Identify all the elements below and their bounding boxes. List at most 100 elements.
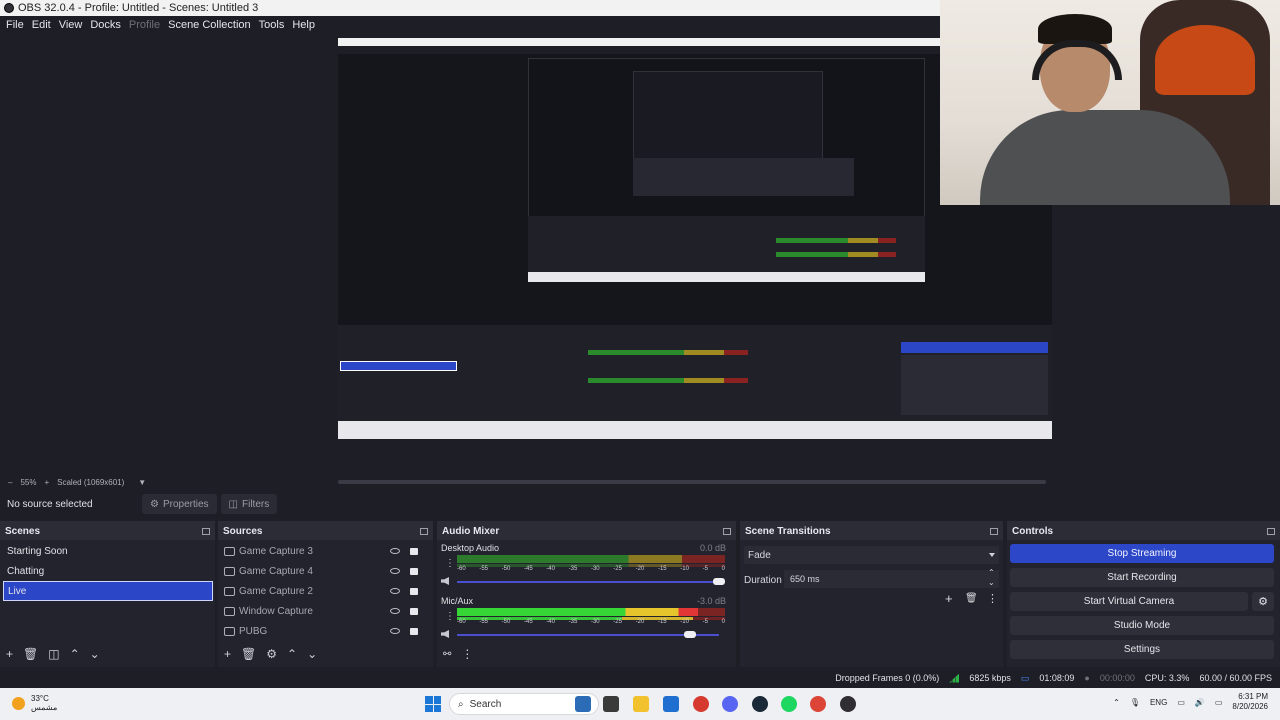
lock-icon[interactable]: [410, 627, 418, 635]
chevron-down-icon[interactable]: ⌄: [90, 647, 100, 661]
studio-mode-button[interactable]: Studio Mode: [1010, 616, 1274, 635]
trash-icon[interactable]: 🗑: [965, 593, 978, 604]
menu-file[interactable]: File: [2, 19, 28, 31]
fader-knob[interactable]: [713, 578, 725, 585]
menu-edit[interactable]: Edit: [28, 19, 55, 31]
store-icon[interactable]: [663, 696, 679, 712]
battery-icon[interactable]: ▭: [1215, 698, 1223, 707]
add-source-icon[interactable]: +: [224, 647, 231, 661]
task-view-icon[interactable]: [603, 696, 619, 712]
scene-item[interactable]: Chatting: [3, 561, 213, 581]
lock-icon[interactable]: [410, 587, 418, 595]
eye-icon[interactable]: [390, 608, 400, 614]
scene-item[interactable]: Starting Soon: [3, 541, 213, 561]
file-explorer-icon[interactable]: [633, 696, 649, 712]
stream-icon: ▭: [1020, 672, 1030, 683]
volume-fader[interactable]: [457, 581, 719, 583]
transition-select[interactable]: Fade: [744, 546, 999, 564]
steam-icon[interactable]: [752, 696, 768, 712]
source-item[interactable]: PUBG: [224, 621, 419, 641]
virtual-camera-settings-button[interactable]: ⚙: [1252, 592, 1274, 611]
eye-icon[interactable]: [390, 588, 400, 594]
chevron-up-icon[interactable]: ⌃: [287, 647, 297, 661]
menu-scene-collection[interactable]: Scene Collection: [164, 19, 255, 31]
meter-scale: -60 -55 -50 -45 -40 -35 -30 -25 -20 -15 -10 -5 0: [457, 619, 725, 625]
menu-tools[interactable]: Tools: [255, 19, 289, 31]
spotify-icon[interactable]: [781, 696, 797, 712]
menu-view[interactable]: View: [55, 19, 87, 31]
microphone-icon[interactable]: 🎙: [1130, 698, 1140, 707]
trash-icon[interactable]: 🗑: [23, 647, 38, 661]
chevron-up-icon[interactable]: ⌃: [988, 568, 995, 577]
kebab-menu-icon[interactable]: ⋮: [987, 592, 998, 605]
audio-mixer-title: Audio Mixer: [442, 525, 500, 537]
network-icon[interactable]: ▭: [1177, 698, 1185, 707]
filter-icon[interactable]: ◫: [48, 647, 59, 661]
scale-label[interactable]: Scaled (1069x601): [57, 478, 124, 487]
add-transition-icon[interactable]: +: [945, 591, 953, 606]
gear-icon[interactable]: ⚙: [266, 647, 277, 661]
menu-help[interactable]: Help: [288, 19, 319, 31]
obs-taskbar-icon[interactable]: [840, 696, 856, 712]
eye-icon[interactable]: [390, 548, 400, 554]
trash-icon[interactable]: 🗑: [241, 647, 256, 661]
menu-docks[interactable]: Docks: [86, 19, 125, 31]
chevron-down-icon[interactable]: ⌄: [988, 578, 995, 587]
chrome-icon[interactable]: [810, 696, 826, 712]
stop-streaming-button[interactable]: Stop Streaming: [1010, 544, 1274, 563]
dock-float-icon[interactable]: [420, 527, 428, 535]
gaming-chair-headrest: [1155, 25, 1255, 95]
start-recording-button[interactable]: Start Recording: [1010, 568, 1274, 587]
windows-start-icon[interactable]: [425, 696, 441, 712]
transitions-dock: Scene Transitions Fade Duration 650 ms ⌃…: [740, 521, 1003, 667]
scene-item-selected[interactable]: Live: [3, 581, 213, 601]
clock[interactable]: 6:31 PM 8/20/2026: [1232, 692, 1268, 712]
chevron-up-icon[interactable]: ⌃: [1113, 698, 1120, 707]
kebab-menu-icon[interactable]: ⋮: [445, 611, 455, 622]
preview-scrollbar[interactable]: [338, 480, 1046, 484]
dock-float-icon[interactable]: [1267, 527, 1275, 535]
app-icon[interactable]: [693, 696, 709, 712]
source-label: Game Capture 4: [239, 565, 313, 577]
weather-widget[interactable]: 33°C مشمس: [12, 694, 57, 712]
lock-icon[interactable]: [410, 547, 418, 555]
dock-float-icon[interactable]: [723, 527, 731, 535]
chevron-down-icon[interactable]: ▼: [138, 478, 146, 487]
lock-icon[interactable]: [410, 607, 418, 615]
duration-input[interactable]: 650 ms: [784, 570, 999, 588]
zoom-in-button[interactable]: +: [44, 478, 49, 487]
volume-fader[interactable]: [457, 634, 719, 636]
channel-name: Mic/Aux: [441, 596, 474, 606]
zoom-out-button[interactable]: –: [8, 478, 12, 487]
chevron-up-icon[interactable]: ⌃: [70, 647, 80, 661]
link-icon[interactable]: ⚯: [443, 649, 451, 660]
volume-icon[interactable]: [441, 577, 449, 585]
source-label: Game Capture 2: [239, 585, 313, 597]
eye-icon[interactable]: [390, 568, 400, 574]
lock-icon[interactable]: [410, 567, 418, 575]
source-item[interactable]: Game Capture 4: [224, 561, 419, 581]
volume-icon[interactable]: [441, 630, 449, 638]
chevron-down-icon[interactable]: ⌄: [307, 647, 317, 661]
source-item[interactable]: Window Capture: [224, 601, 419, 621]
kebab-menu-icon[interactable]: ⋮: [445, 558, 455, 569]
discord-icon[interactable]: [722, 696, 738, 712]
settings-button[interactable]: Settings: [1010, 640, 1274, 659]
game-app-icon[interactable]: [575, 696, 591, 712]
kebab-menu-icon[interactable]: ⋮: [461, 647, 473, 661]
dropped-frames: Dropped Frames 0 (0.0%): [835, 673, 940, 683]
start-virtual-camera-button[interactable]: Start Virtual Camera: [1010, 592, 1248, 611]
dock-float-icon[interactable]: [990, 527, 998, 535]
properties-button[interactable]: ⚙ Properties: [142, 494, 217, 514]
fader-knob[interactable]: [684, 631, 697, 638]
source-item[interactable]: Game Capture 3: [224, 541, 419, 561]
menu-profile[interactable]: Profile: [125, 19, 164, 31]
scenes-header: Scenes: [0, 522, 215, 540]
speaker-icon[interactable]: 🔊: [1195, 698, 1205, 707]
source-item[interactable]: Game Capture 2: [224, 581, 419, 601]
eye-icon[interactable]: [390, 628, 400, 634]
add-scene-icon[interactable]: +: [6, 647, 13, 661]
filters-button[interactable]: ◫ Filters: [220, 494, 278, 514]
language-indicator[interactable]: ENG: [1150, 698, 1167, 707]
dock-float-icon[interactable]: [202, 527, 210, 535]
